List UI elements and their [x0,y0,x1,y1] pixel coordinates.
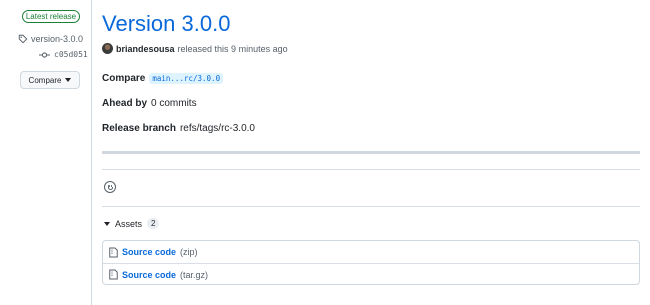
triangle-down-icon [104,221,110,226]
branch-value: refs/tags/rc-3.0.0 [179,123,255,134]
ahead-row: Ahead by 0 commits [102,98,197,109]
assets-toggle[interactable]: Assets 2 [104,218,160,229]
git-commit-icon [39,51,50,58]
assets-list: Source code (zip) Source code (tar.gz) [102,240,640,285]
release-byline: briandesousa released this 9 minutes ago [102,43,288,54]
commit-link[interactable]: c05d051 [39,50,88,59]
ahead-value: 0 commits [151,98,197,109]
file-zip-icon [109,269,118,280]
ahead-label: Ahead by [102,98,148,109]
file-zip-icon [109,247,118,257]
asset-row[interactable]: Source code (tar.gz) [103,263,639,285]
tag-link[interactable]: version-3.0.0 [18,34,83,44]
add-reaction-smiley-icon[interactable] [104,181,116,193]
asset-format: (zip) [180,247,198,257]
released-text: released this 9 minutes ago [177,43,288,54]
caret-down-icon [65,78,72,82]
divider [102,169,640,170]
compare-button-label: Compare [28,75,62,85]
commit-sha: c05d051 [54,50,88,59]
branch-label: Release branch [102,123,176,134]
release-sidebar: Latest release version-3.0.0 c05d051 Com… [0,0,92,305]
tag-icon [18,34,28,44]
compare-row: Compare main...rc/3.0.0 [102,73,224,84]
smiley-mouth [108,187,113,190]
asset-link[interactable]: Source code [122,270,176,280]
author-avatar[interactable] [102,43,113,54]
release-notes-divider [102,151,640,154]
divider [102,206,640,207]
release-title[interactable]: Version 3.0.0 [102,11,230,37]
compare-ref-link[interactable]: main...rc/3.0.0 [149,73,224,84]
asset-link[interactable]: Source code [122,247,176,257]
latest-release-badge: Latest release [22,10,80,23]
tag-label: version-3.0.0 [31,34,84,44]
branch-row: Release branch refs/tags/rc-3.0.0 [102,123,255,134]
assets-count-badge: 2 [147,218,160,229]
asset-format: (tar.gz) [180,269,209,280]
compare-dropdown-button[interactable]: Compare [20,71,80,89]
asset-row[interactable]: Source code (zip) [103,241,639,263]
author-link[interactable]: briandesousa [116,44,175,54]
assets-label: Assets [115,218,143,229]
compare-label: Compare [102,73,146,84]
